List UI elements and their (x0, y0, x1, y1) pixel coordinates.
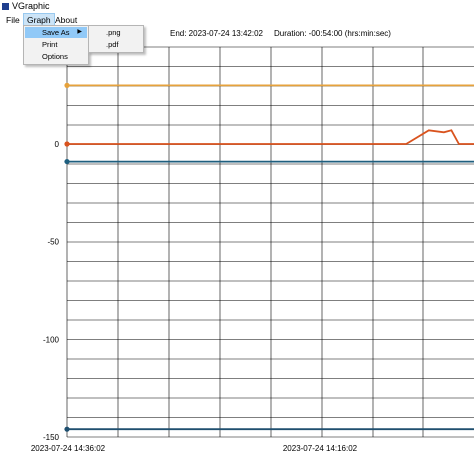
submenu-item-png[interactable]: .png (90, 27, 142, 38)
menu-item-save-as[interactable]: Save As ▶ (25, 27, 87, 38)
series-start-marker (64, 426, 70, 432)
menu-item-options[interactable]: Options (25, 51, 87, 62)
save-as-submenu: .png .pdf (88, 25, 144, 53)
y-tick-label: -150 (43, 433, 60, 442)
series-line (67, 129, 474, 145)
y-tick-label: 0 (55, 140, 60, 149)
y-tick-label: -100 (43, 335, 60, 344)
y-tick-label: -50 (47, 238, 59, 247)
series-start-marker (64, 158, 70, 165)
submenu-arrow-icon: ▶ (77, 29, 82, 35)
png-label: .png (106, 28, 121, 37)
series-start-marker (64, 141, 70, 147)
pdf-label: .pdf (106, 40, 119, 49)
line-chart: 0 -50 -100 -150 2023-07-24 14:36:02 2023-07-2… (31, 46, 474, 453)
print-label: Print (42, 40, 58, 49)
graph-dropdown-menu: Save As ▶ Print Options (23, 25, 89, 65)
menu-item-print[interactable]: Print (25, 39, 87, 50)
save-as-label: Save As (42, 28, 70, 37)
x-tick-label: 2023-07-24 14:16:02 (283, 444, 358, 453)
x-tick-label: 2023-07-24 14:36:02 (31, 444, 106, 453)
submenu-item-pdf[interactable]: .pdf (90, 39, 142, 50)
series-start-marker (64, 82, 70, 88)
options-label: Options (42, 52, 68, 61)
